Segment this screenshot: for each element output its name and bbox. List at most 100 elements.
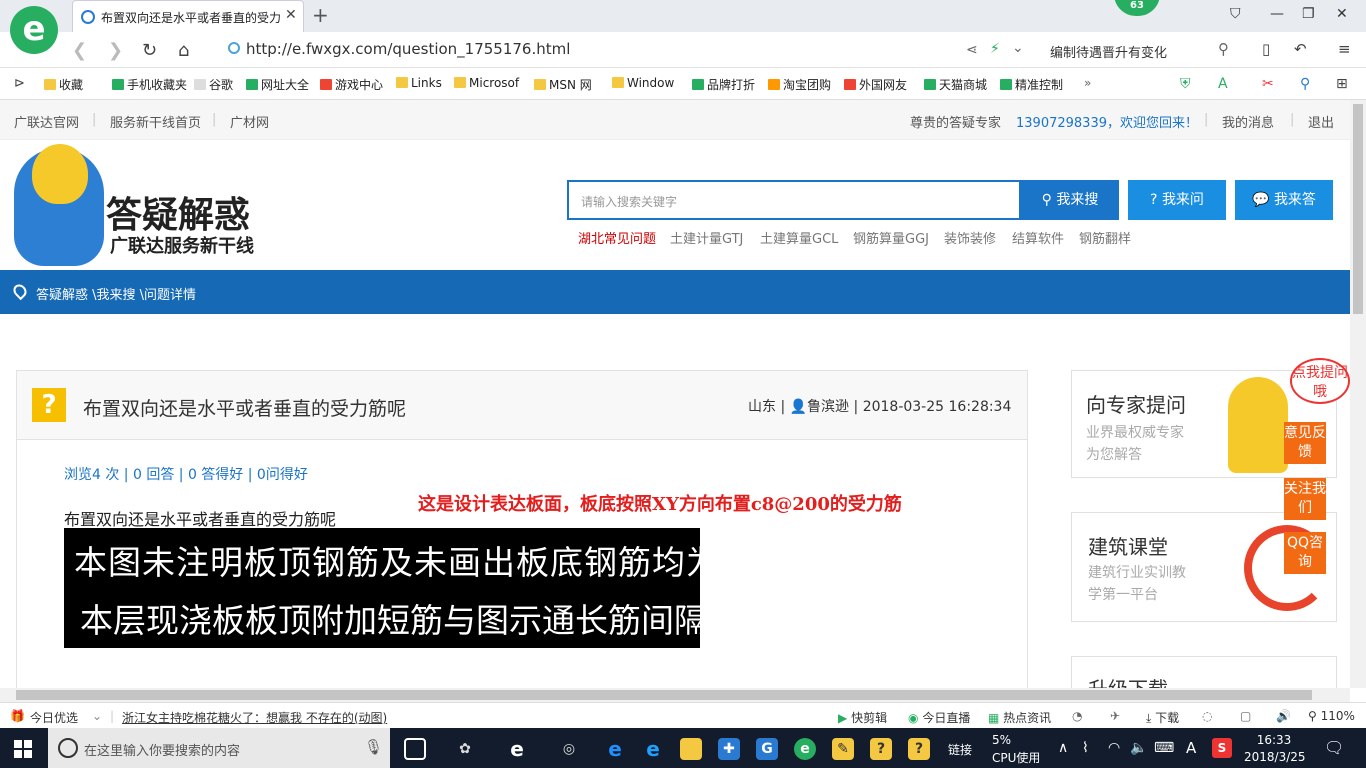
qq-consult-button[interactable]: QQ咨询 xyxy=(1284,532,1326,574)
clock-time[interactable]: 16:33 xyxy=(1248,733,1300,747)
more-bookmarks-icon[interactable]: » xyxy=(1084,76,1091,90)
wifi-icon[interactable]: ◠ xyxy=(1108,740,1120,756)
speaker-icon[interactable]: 🔈 xyxy=(1130,740,1147,756)
share-icon[interactable]: ⋖ xyxy=(966,42,978,58)
restore-icon[interactable]: ❐ xyxy=(1302,6,1315,22)
clock-date[interactable]: 2018/3/25 xyxy=(1244,750,1306,764)
zoom-level[interactable]: ⚲ 110% xyxy=(1308,709,1355,723)
address-bar[interactable]: http://e.fwxgx.com/question_1755176.html xyxy=(228,40,570,58)
speed-icon[interactable]: ◔ xyxy=(1072,709,1082,723)
keyboard-icon[interactable]: ⌨ xyxy=(1154,740,1174,756)
ie-icon[interactable]: e xyxy=(642,738,664,760)
pin-icon[interactable]: ✈ xyxy=(1110,709,1120,723)
hot-tag[interactable]: 湖北常见问题 xyxy=(578,228,656,247)
glodon-icon[interactable]: G xyxy=(756,738,778,760)
new-tab-icon[interactable]: + xyxy=(312,3,329,27)
mascot-logo-icon[interactable] xyxy=(14,144,104,266)
close-window-icon[interactable]: ✕ xyxy=(1336,6,1348,22)
browser-search-box[interactable]: 编制待遇晋升有变化 xyxy=(1050,42,1167,61)
bookmark-item[interactable]: MSN 网 xyxy=(534,76,592,93)
bookmark-item[interactable]: Microsof xyxy=(454,76,519,90)
swirl-app-icon[interactable]: ◎ xyxy=(558,738,580,760)
sogou-icon[interactable]: S xyxy=(1212,738,1232,758)
browser-tab[interactable]: 布置双向还是水平或者垂直的受力筋 ✕ xyxy=(72,0,304,32)
skin-icon[interactable]: ⛉ xyxy=(1230,6,1241,22)
daily-picks[interactable]: 今日优选 xyxy=(30,709,78,726)
bookmark-item[interactable]: 天猫商城 xyxy=(924,76,987,93)
site-brand[interactable]: 答疑解惑 xyxy=(106,186,250,238)
clean-icon[interactable]: ◌ xyxy=(1202,709,1212,723)
downloads[interactable]: ⤓ 下载 xyxy=(1146,709,1179,726)
answer-button[interactable]: 💬 我来答 xyxy=(1235,180,1333,220)
network-icon[interactable]: ⌇ xyxy=(1082,740,1089,756)
breadcrumb[interactable]: 答疑解惑 \我来搜 \问题详情 xyxy=(36,284,196,303)
link-material-site[interactable]: 广材网 xyxy=(230,112,269,131)
zoom-icon[interactable]: ⚲ xyxy=(1300,76,1310,92)
reload-icon[interactable]: ↻ xyxy=(142,40,157,61)
logout-link[interactable]: 退出 xyxy=(1308,112,1334,131)
hot-news[interactable]: ▦ 热点资讯 xyxy=(988,709,1051,726)
search-input[interactable]: 请输入搜索关键字 xyxy=(567,180,1021,220)
grid-icon[interactable]: ⊞ xyxy=(1336,76,1348,92)
search-icon[interactable]: ⚲ xyxy=(1218,40,1229,58)
quick-edit[interactable]: ▶ 快剪辑 xyxy=(838,709,887,726)
bookmark-item[interactable]: Window xyxy=(612,76,674,90)
microphone-icon[interactable]: 🎙 xyxy=(364,738,383,756)
taskbar-search-box[interactable]: 在这里输入你要搜索的内容 🎙 xyxy=(48,728,390,768)
notes-icon[interactable]: ✎ xyxy=(832,738,854,760)
phone-icon[interactable]: ▯ xyxy=(1262,40,1270,58)
app-plus-icon[interactable]: ✚ xyxy=(718,738,740,760)
back-icon[interactable]: ❮ xyxy=(72,40,87,61)
bookmark-item[interactable]: 外国网友 xyxy=(844,76,907,93)
bookmark-item[interactable]: 网址大全 xyxy=(246,76,309,93)
double-chevron-icon[interactable]: ⌄ xyxy=(92,709,102,723)
question-image[interactable]: 本图未注明板顶钢筋及未画出板底钢筋均为Φ8@200 本层现浇板板顶附加短筋与图示… xyxy=(64,528,700,648)
link-service-home[interactable]: 服务新干线首页 xyxy=(110,112,201,131)
shield-icon[interactable]: ⛨ xyxy=(1180,76,1191,92)
horizontal-scroll-thumb[interactable] xyxy=(16,690,1312,700)
close-tab-icon[interactable]: ✕ xyxy=(285,7,297,23)
follow-us-button[interactable]: 关注我们 xyxy=(1284,478,1326,520)
volume-icon[interactable]: 🔊 xyxy=(1276,709,1291,723)
browser-360-icon[interactable]: e xyxy=(794,738,816,760)
qa-app-icon[interactable]: ? xyxy=(870,738,892,760)
hot-tag[interactable]: 钢筋算量GGJ xyxy=(853,228,929,247)
lightning-icon[interactable]: ⚡ xyxy=(990,41,1000,57)
bookmark-item[interactable]: 淘宝团购 xyxy=(768,76,831,93)
live-today[interactable]: ◉ 今日直播 xyxy=(908,709,970,726)
windows-start-icon[interactable] xyxy=(14,740,32,758)
scissors-icon[interactable]: ✂ xyxy=(1262,76,1274,92)
bookmark-item[interactable]: 谷歌 xyxy=(194,76,233,93)
ime-indicator[interactable]: A xyxy=(1186,739,1196,757)
hot-tag[interactable]: 钢筋翻样 xyxy=(1079,228,1131,247)
tray-chevron-icon[interactable]: ∧ xyxy=(1058,740,1068,756)
bookmark-item[interactable]: 收藏 xyxy=(44,76,83,93)
bookmark-item[interactable]: 手机收藏夹 xyxy=(112,76,187,93)
hot-tag[interactable]: 装饰装修 xyxy=(944,228,996,247)
translate-icon[interactable]: A xyxy=(1218,76,1228,92)
minimize-icon[interactable]: — xyxy=(1270,6,1284,22)
hot-tag[interactable]: 结算软件 xyxy=(1012,228,1064,247)
chevron-down-icon[interactable]: ⌄ xyxy=(1012,40,1024,56)
my-messages-link[interactable]: 我的消息 xyxy=(1222,112,1274,131)
links-toolbar[interactable]: 链接 xyxy=(948,741,972,758)
forward-icon[interactable]: ❯ xyxy=(108,40,123,61)
qa-app-icon-2[interactable]: ? xyxy=(908,738,930,760)
file-explorer-icon[interactable] xyxy=(680,738,702,760)
ask-button[interactable]: ? 我来问 xyxy=(1128,180,1226,220)
bookmark-item[interactable]: 游戏中心 xyxy=(320,76,383,93)
bookmark-item[interactable]: Links xyxy=(396,76,442,90)
link-glodon-official[interactable]: 广联达官网 xyxy=(14,112,79,131)
vertical-scroll-thumb[interactable] xyxy=(1353,104,1363,314)
fan-app-icon[interactable]: ✿ xyxy=(454,738,476,760)
task-view-icon[interactable] xyxy=(404,738,426,760)
action-center-icon[interactable]: 🗨 xyxy=(1324,738,1344,757)
sidebar-toggle-icon[interactable]: ⊳ xyxy=(14,76,25,91)
edge-icon[interactable]: e xyxy=(604,738,626,760)
home-icon[interactable]: ⌂ xyxy=(178,40,189,61)
window-icon[interactable]: ▢ xyxy=(1240,709,1251,723)
bookmark-item[interactable]: 精准控制 xyxy=(1000,76,1063,93)
browser-logo-icon[interactable]: e xyxy=(10,6,58,54)
hot-tag[interactable]: 土建算量GCL xyxy=(760,228,838,247)
news-ticker[interactable]: 浙江女主持吃棉花糖火了：想赢我 不存在的(动图) xyxy=(122,709,387,726)
